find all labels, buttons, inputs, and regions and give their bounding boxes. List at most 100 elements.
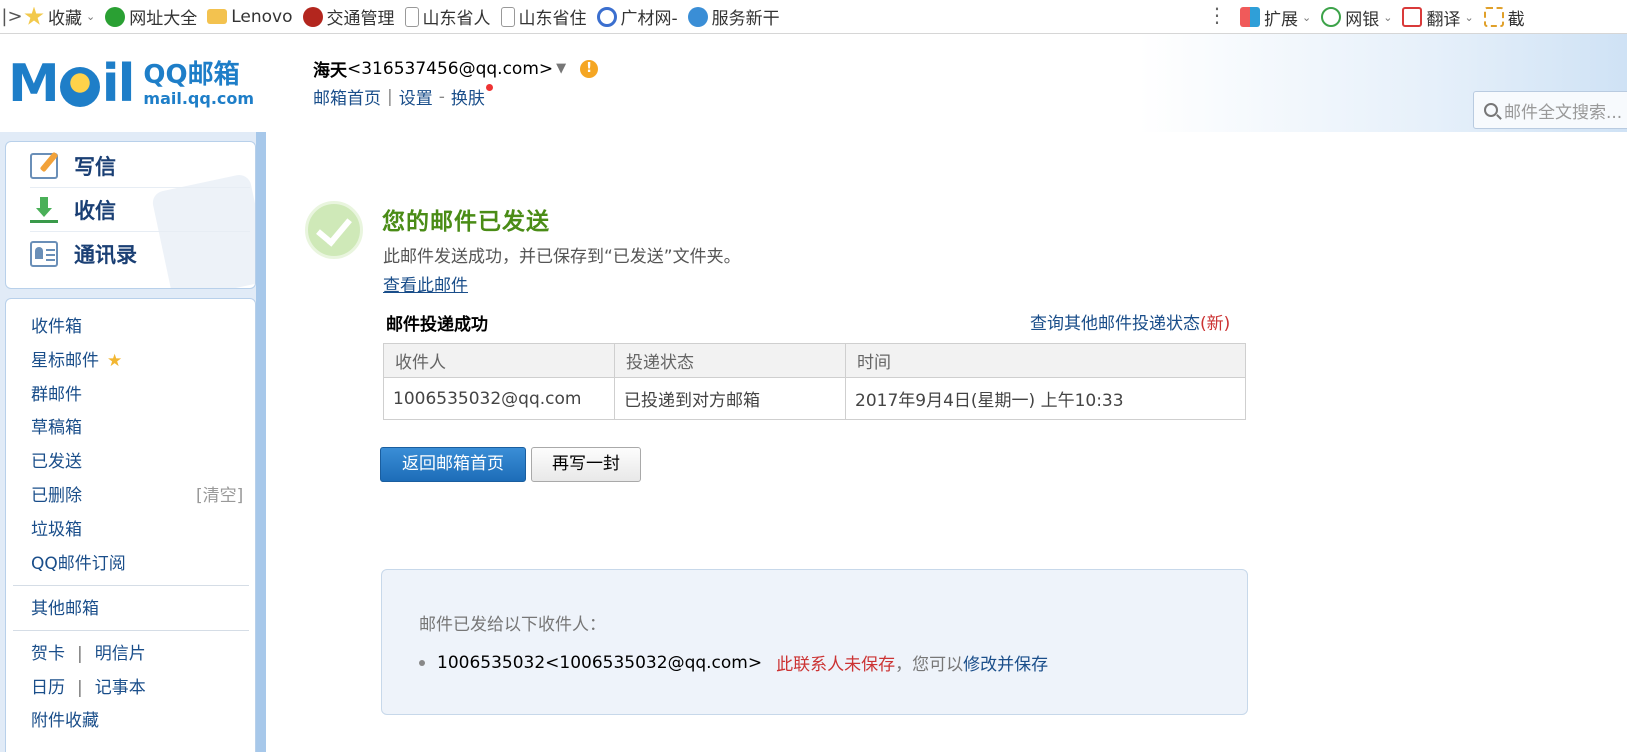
bookmarks-bar: |> 收藏 ⌄ 网址大全 Lenovo 交通管理 山东省人 山东省住 广材网- …	[0, 0, 1627, 34]
bookmark-shandong-housing[interactable]: 山东省住	[500, 4, 587, 29]
folder-sent[interactable]: 已发送	[31, 450, 82, 474]
attachment-favorites-link[interactable]: 附件收藏	[31, 709, 99, 733]
fulltext-search-input[interactable]: 邮件全文搜索...	[1473, 91, 1627, 129]
folder-inbox[interactable]: 收件箱	[31, 315, 82, 339]
cell-status: 已投递到对方邮箱	[614, 377, 846, 420]
folder-divider	[13, 630, 249, 631]
chevron-down-icon: ⌄	[1383, 10, 1393, 24]
chevron-down-icon: ⌄	[1464, 10, 1474, 24]
separator: |	[387, 86, 393, 107]
bookmark-shandong-people[interactable]: 山东省人	[404, 4, 491, 29]
bookmark-service[interactable]: 服务新干	[687, 4, 780, 29]
receive-button[interactable]: 收信	[30, 188, 250, 232]
folder-deleted[interactable]: 已删除	[31, 484, 82, 508]
edit-and-save-link[interactable]: 修改并保存	[963, 650, 1048, 675]
folder-drafts[interactable]: 草稿箱	[31, 416, 82, 440]
calendar-link[interactable]: 日历	[31, 676, 65, 700]
police-badge-icon	[302, 6, 323, 27]
navigation-icon	[105, 6, 126, 27]
change-skin-link[interactable]: 换肤	[451, 84, 485, 109]
qq-penguin-icon	[59, 67, 100, 107]
alert-icon[interactable]: !	[580, 59, 599, 78]
page-icon	[404, 6, 419, 27]
translate-button[interactable]: 翻译 ⌄	[1402, 5, 1474, 30]
quick-actions-panel: 写信 收信 通讯录	[5, 141, 256, 289]
sidebar-divider[interactable]	[256, 132, 266, 752]
contacts-icon	[30, 241, 58, 267]
expand-toggle-icon[interactable]: |>	[0, 6, 24, 27]
top-links: 邮箱首页 | 设置 - 换肤	[313, 84, 493, 109]
separator: |	[77, 644, 83, 664]
mail-header: Mil QQ邮箱 mail.qq.com 海天 <316537456@qq.co…	[0, 34, 1627, 132]
table-header-row: 收件人 投递状态 时间	[383, 343, 1246, 378]
page-icon	[500, 6, 515, 27]
contact-unsaved-warning: 此联系人未保存	[776, 655, 896, 675]
netbank-button[interactable]: 网银 ⌄	[1321, 5, 1392, 30]
delivery-status-title: 邮件投递成功	[386, 315, 488, 335]
logo-side: QQ邮箱 mail.qq.com	[143, 60, 254, 108]
greeting-card-link[interactable]: 贺卡	[31, 642, 65, 666]
user-email: <316537456@qq.com>	[347, 58, 554, 79]
folder-other-mailboxes[interactable]: 其他邮箱	[31, 597, 99, 621]
folder-starred[interactable]: 星标邮件 ★	[31, 349, 122, 373]
chevron-down-icon: ⌄	[1302, 10, 1312, 24]
tool-links: 日历 | 记事本	[31, 676, 146, 700]
bookmark-url-directory[interactable]: 网址大全	[105, 4, 197, 29]
postcard-link[interactable]: 明信片	[95, 642, 146, 666]
notification-dot	[485, 84, 493, 91]
recipients-title: 邮件已发给以下收件人：	[419, 615, 606, 635]
column-status: 投递状态	[614, 343, 846, 378]
recipient-address: 1006535032<1006535032@qq.com>	[437, 652, 763, 673]
compose-button[interactable]: 写信	[30, 144, 250, 188]
search-placeholder: 邮件全文搜索...	[1504, 102, 1623, 123]
contacts-button[interactable]: 通讯录	[30, 232, 250, 276]
folder-subscriptions[interactable]: QQ邮件订阅	[31, 552, 126, 576]
column-time: 时间	[845, 343, 1246, 378]
qqmail-logo[interactable]: Mil QQ邮箱 mail.qq.com	[8, 54, 254, 114]
caret-down-icon[interactable]: ▼	[556, 61, 566, 76]
settings-link[interactable]: 设置	[399, 84, 433, 109]
card-links: 贺卡 | 明信片	[31, 642, 146, 666]
folder-list: 收件箱 星标邮件 ★ 群邮件 草稿箱 已发送 已删除 [清空] 垃圾箱 QQ邮件订…	[5, 298, 256, 752]
mailbox-home-link[interactable]: 邮箱首页	[313, 84, 381, 109]
extension-button[interactable]: 扩展 ⌄	[1240, 5, 1311, 30]
delivery-status-table: 收件人 投递状态 时间 1006535032@qq.com 已投递到对方邮箱 2…	[383, 343, 1246, 420]
column-recipient: 收件人	[383, 343, 615, 378]
list-item: 1006535032<1006535032@qq.com> 此联系人未保存 ，您…	[419, 650, 1048, 675]
write-again-button[interactable]: 再写一封	[531, 447, 641, 482]
g-logo-icon	[596, 6, 617, 27]
separator: -	[438, 86, 445, 107]
separator: |	[77, 678, 83, 698]
screenshot-button[interactable]: 截	[1483, 5, 1525, 30]
query-delivery-status-link[interactable]: 查询其他邮件投递状态(新)	[1030, 309, 1230, 334]
translate-icon	[1402, 7, 1423, 27]
bookmark-guangcai[interactable]: 广材网-	[596, 4, 678, 29]
star-icon	[24, 6, 44, 25]
compose-icon	[30, 152, 58, 179]
recipient-hint: ，您可以	[895, 655, 964, 675]
logo-qq-text: QQ邮箱	[143, 60, 240, 90]
return-home-button[interactable]: 返回邮箱首页	[380, 447, 526, 482]
bookmark-lenovo[interactable]: Lenovo	[207, 7, 293, 27]
clear-trash-link[interactable]: [清空]	[196, 484, 243, 508]
bank-icon	[1321, 7, 1342, 27]
logo-url-text: mail.qq.com	[143, 89, 255, 108]
more-icon[interactable]: ⋮	[1207, 3, 1227, 27]
chevron-down-icon: ⌄	[86, 10, 96, 23]
bookmark-traffic[interactable]: 交通管理	[302, 4, 395, 29]
search-icon	[1484, 103, 1498, 117]
bookmark-favorites[interactable]: 收藏 ⌄	[24, 4, 95, 29]
view-mail-link[interactable]: 查看此邮件	[383, 271, 468, 296]
recipients-panel: 邮件已发给以下收件人： 1006535032<1006535032@qq.com…	[381, 569, 1248, 715]
logo-mail-wordmark: Mil	[8, 54, 135, 114]
folder-group-mail[interactable]: 群邮件	[31, 383, 82, 407]
user-account[interactable]: 海天 <316537456@qq.com> ▼ !	[313, 56, 599, 81]
notes-link[interactable]: 记事本	[95, 676, 146, 700]
folder-spam[interactable]: 垃圾箱	[31, 518, 82, 542]
globe-icon	[687, 6, 708, 27]
bullet-icon	[419, 659, 425, 666]
screenshot-icon	[1483, 7, 1504, 27]
star-icon: ★	[107, 351, 123, 371]
toolbar-right: 扩展 ⌄ 网银 ⌄ 翻译 ⌄ 截	[1240, 0, 1535, 33]
cell-time: 2017年9月4日(星期一) 上午10:33	[845, 377, 1246, 420]
